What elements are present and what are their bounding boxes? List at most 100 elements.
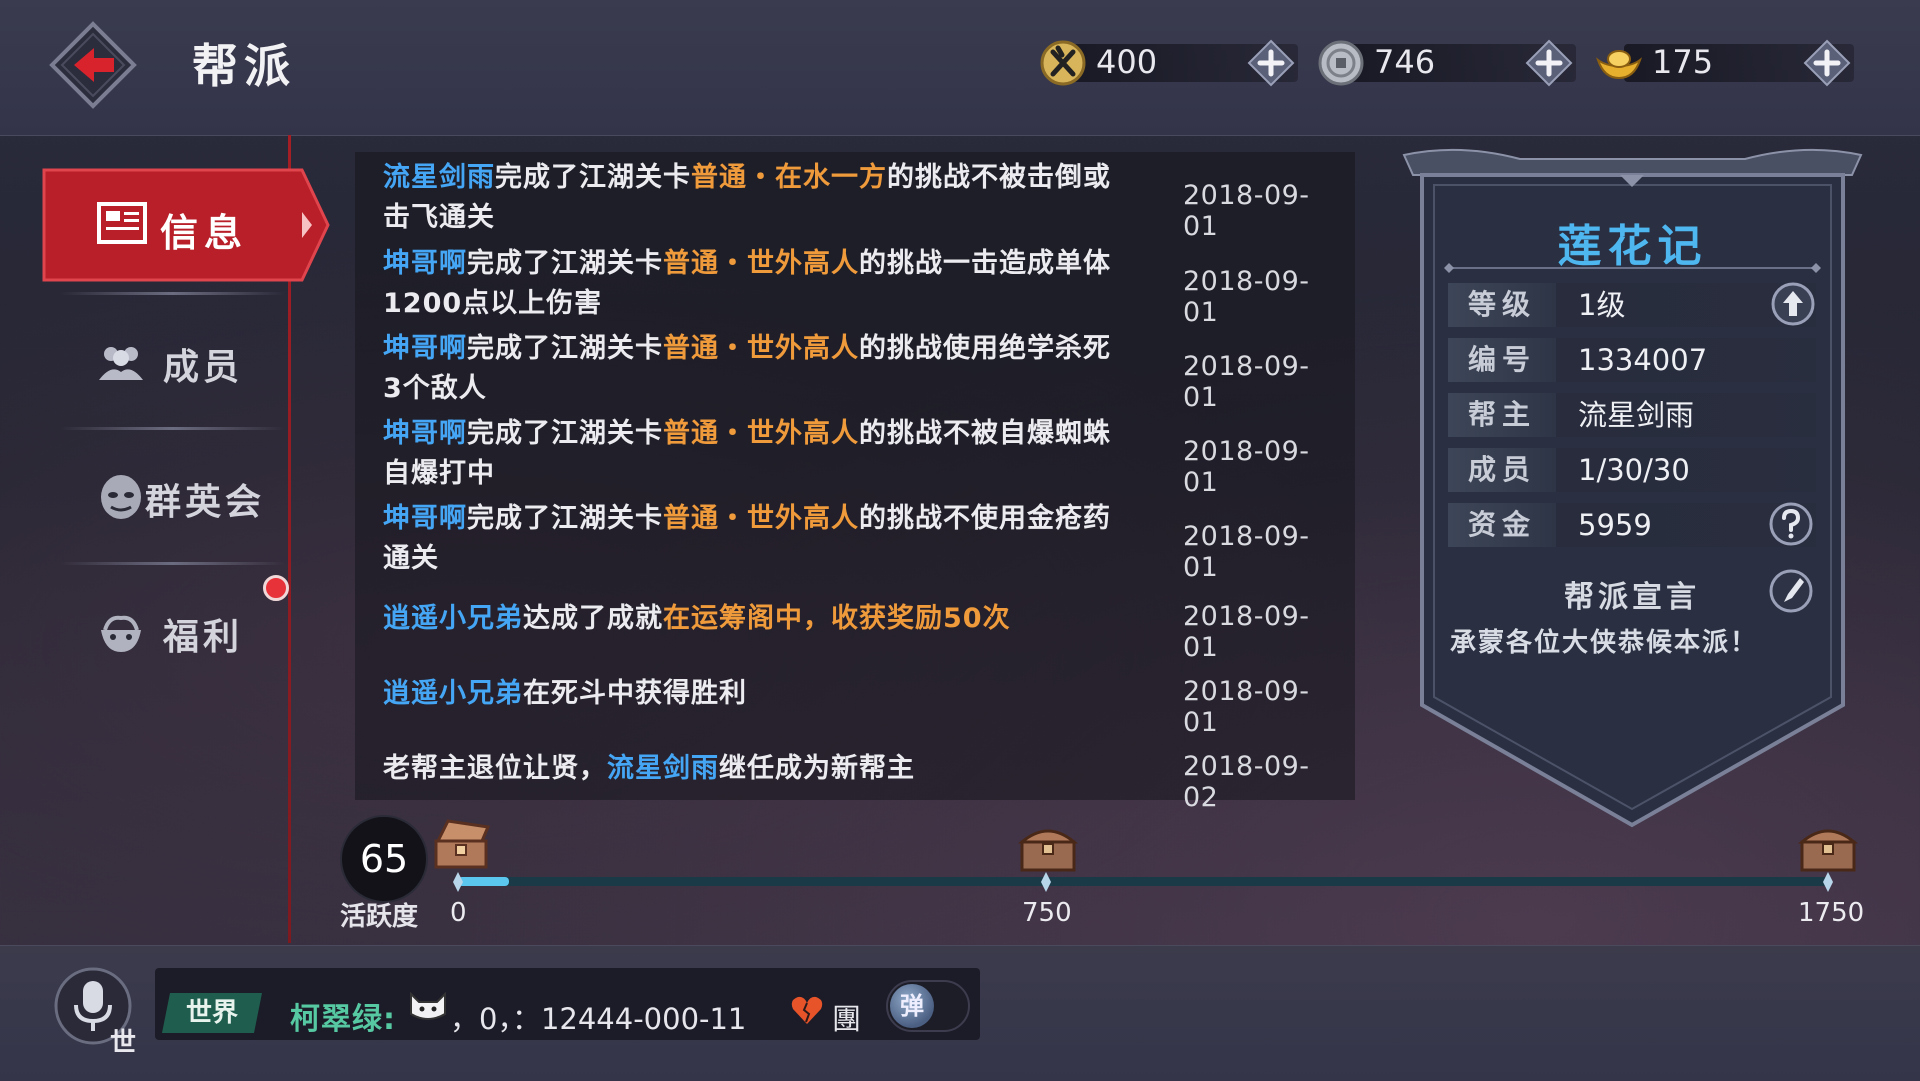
- feed-player-name[interactable]: 流星剑雨: [383, 162, 495, 193]
- info-value: 5959: [1578, 508, 1652, 542]
- feed-stage-name: 普通・在水一方: [691, 162, 887, 193]
- feed-text: 完成了江湖关卡: [495, 162, 691, 193]
- page-title: 帮派: [192, 39, 296, 93]
- help-question-icon[interactable]: [1768, 501, 1814, 547]
- guild-id-row: 编号 1334007: [1448, 338, 1816, 382]
- chat-message-text: ，0，：12444-000-11: [450, 1002, 747, 1036]
- guild-funds-row: 资金 5959: [1448, 503, 1816, 547]
- tab-welfare[interactable]: 福利: [55, 568, 285, 698]
- feed-player-name[interactable]: 逍遥小兄弟: [383, 678, 523, 709]
- feed-date: 2018-09-02: [1183, 751, 1310, 813]
- nav-separator: [60, 292, 285, 295]
- milestone-label-0: 0: [450, 898, 467, 928]
- tab-heroes[interactable]: 群英会: [55, 433, 285, 563]
- tab-heroes-label: 群英会: [145, 482, 266, 523]
- add-gold-button[interactable]: [1802, 38, 1852, 88]
- info-key: 编号: [1448, 338, 1556, 382]
- currency-silver: 746: [1316, 38, 1616, 88]
- feed-text: 完成了江湖关卡: [467, 418, 663, 449]
- feed-row: 逍遥小兄弟达成了成就在运筹阁中，收获奖励50次 2018-09-01: [383, 599, 1343, 663]
- tab-info-label: 信息: [160, 211, 249, 255]
- broken-heart-icon: [791, 996, 823, 1024]
- feed-text: 完成了江湖关卡: [467, 503, 663, 534]
- feed-player-name[interactable]: 逍遥小兄弟: [383, 603, 523, 634]
- feed-message: 坤哥啊完成了江湖关卡普通・世外高人的挑战不使用金疮药通关: [383, 499, 1113, 579]
- milestone-marker: [1041, 872, 1051, 892]
- heroes-mask-icon: [101, 475, 141, 519]
- add-silver-button[interactable]: [1524, 38, 1574, 88]
- barrage-toggle[interactable]: 弹: [886, 980, 970, 1032]
- currency-amount: 175: [1652, 43, 1714, 81]
- milestone-marker: [1823, 872, 1833, 892]
- chest-icon[interactable]: [1016, 818, 1080, 874]
- feed-date: 2018-09-01: [1183, 521, 1310, 583]
- chat-message-suffix: 團: [832, 1002, 862, 1036]
- cat-face-emoji-icon: [410, 991, 446, 1020]
- guild-level-row: 等级 1级: [1448, 283, 1816, 327]
- chat-sender-name[interactable]: 柯翠绿:: [290, 994, 396, 1038]
- activity-label: 活跃度: [340, 902, 419, 932]
- info-value: 1级: [1578, 288, 1626, 322]
- info-value: 流星剑雨: [1578, 398, 1695, 432]
- edit-brush-icon[interactable]: [1768, 568, 1814, 614]
- feed-stage-name: 普通・世外高人: [663, 503, 859, 534]
- milestone-markers: [453, 872, 1833, 892]
- currency-amount: 746: [1374, 43, 1436, 81]
- add-yi-button[interactable]: [1246, 38, 1296, 88]
- open-chest-icon[interactable]: [430, 815, 494, 871]
- feed-row: 坤哥啊完成了江湖关卡普通・世外高人的挑战使用绝学杀死3个敌人 2018-09-0…: [383, 329, 1343, 413]
- feed-message: 坤哥啊完成了江湖关卡普通・世外高人的挑战不被自爆蜘蛛自爆打中: [383, 414, 1113, 494]
- feed-date: 2018-09-01: [1183, 436, 1310, 498]
- feed-row: 坤哥啊完成了江湖关卡普通・世外高人的挑战一击造成单体1200点以上伤害 2018…: [383, 244, 1343, 328]
- feed-message: 坤哥啊完成了江湖关卡普通・世外高人的挑战一击造成单体1200点以上伤害: [383, 244, 1113, 324]
- info-value: 1/30/30: [1578, 453, 1690, 487]
- guild-manifesto: 承蒙各位大侠恭候本派！: [1450, 628, 1759, 658]
- feed-date: 2018-09-01: [1183, 601, 1310, 663]
- feed-row: 坤哥啊完成了江湖关卡普通・世外高人的挑战不被自爆蜘蛛自爆打中 2018-09-0…: [383, 414, 1343, 498]
- guild-leader-row: 帮主 流星剑雨: [1448, 393, 1816, 437]
- feed-text: 继任成为新帮主: [719, 753, 915, 784]
- members-icon: [99, 347, 143, 380]
- info-key: 资金: [1448, 503, 1556, 547]
- mic-channel-label: 世: [110, 1028, 137, 1058]
- feed-row: 老帮主退位让贤，流星剑雨继任成为新帮主 2018-09-02: [383, 749, 1343, 813]
- info-key: 等级: [1448, 283, 1556, 327]
- feed-date: 2018-09-01: [1183, 180, 1310, 242]
- notification-dot: [263, 575, 289, 601]
- feed-player-name[interactable]: 坤哥啊: [383, 248, 467, 279]
- feed-player-name[interactable]: 坤哥啊: [383, 503, 467, 534]
- guild-activity-feed[interactable]: 流星剑雨完成了江湖关卡普通・在水一方的挑战不被击倒或击飞通关 2018-09-0…: [355, 152, 1355, 813]
- feed-player-name[interactable]: 坤哥啊: [383, 333, 467, 364]
- currency-yi: 400: [1038, 38, 1338, 88]
- activity-value: 65: [340, 815, 428, 903]
- feed-text: 在死斗中获得胜利: [523, 678, 747, 709]
- feed-text: 老帮主退位让贤，: [383, 753, 607, 784]
- nav-separator: [60, 427, 285, 430]
- feed-row: 坤哥啊完成了江湖关卡普通・世外高人的挑战不使用金疮药通关 2018-09-01: [383, 499, 1343, 583]
- tab-info[interactable]: 信息: [40, 166, 330, 284]
- milestone-label-750: 750: [1022, 898, 1072, 928]
- upgrade-arrow-icon[interactable]: [1770, 281, 1816, 327]
- back-arrow-icon[interactable]: [48, 20, 138, 110]
- feed-message: 逍遥小兄弟达成了成就在运筹阁中，收获奖励50次: [383, 599, 1113, 639]
- tab-welfare-label: 福利: [163, 617, 244, 658]
- guild-name: 莲花记: [1557, 221, 1708, 272]
- feed-player-name[interactable]: 坤哥啊: [383, 418, 467, 449]
- feed-text: 完成了江湖关卡: [467, 333, 663, 364]
- info-key: 成员: [1448, 448, 1556, 492]
- yi-coin-icon: [1040, 40, 1086, 86]
- info-value: 1334007: [1578, 343, 1708, 377]
- feed-message: 流星剑雨完成了江湖关卡普通・在水一方的挑战不被击倒或击飞通关: [383, 158, 1113, 238]
- currency-amount: 400: [1096, 43, 1158, 81]
- chat-channel-tag: 世界: [162, 993, 262, 1033]
- feed-stage-name: 普通・世外高人: [663, 333, 859, 364]
- welfare-gift-icon: [101, 615, 141, 652]
- top-bar: 帮派 400 746 175: [0, 0, 1920, 136]
- tab-members-label: 成员: [163, 347, 244, 388]
- tab-members[interactable]: 成员: [55, 298, 285, 428]
- gold-ingot-icon: [1596, 50, 1642, 80]
- feed-row: 逍遥小兄弟在死斗中获得胜利 2018-09-01: [383, 674, 1343, 738]
- feed-text: 达成了成就: [523, 603, 663, 634]
- feed-player-name[interactable]: 流星剑雨: [607, 753, 719, 784]
- guild-members-row: 成员 1/30/30: [1448, 448, 1816, 492]
